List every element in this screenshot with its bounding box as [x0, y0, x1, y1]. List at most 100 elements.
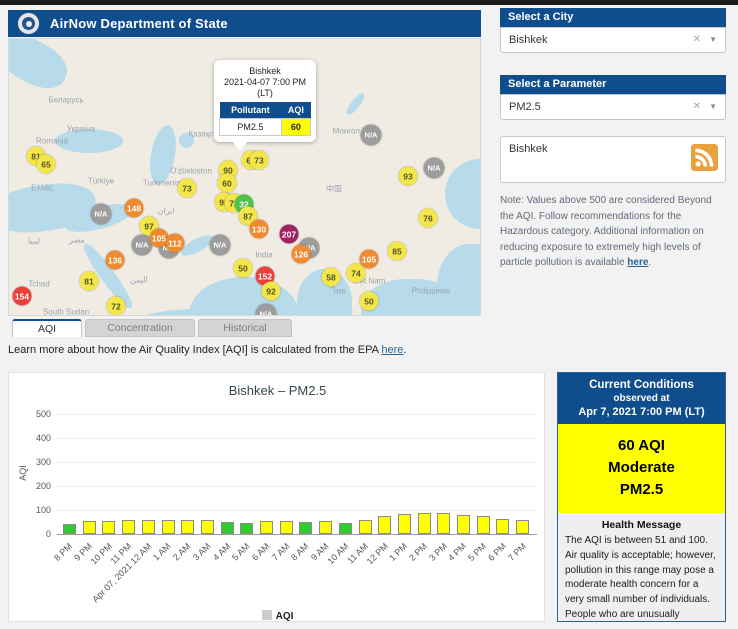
map-place-label: India [255, 250, 273, 260]
map[interactable]: Беларусь Україна Romania Ελλάς Türkiye Қазақс… [8, 38, 481, 316]
map-place-label: 中国 [326, 184, 342, 194]
popup-pointer [232, 141, 248, 151]
popup-col-pollutant: Pollutant [219, 102, 282, 119]
chart-bar [476, 516, 490, 534]
current-aqi-value: 60 AQI [618, 437, 665, 454]
chart-x-tick-label: 3 AM [190, 541, 213, 563]
aqi-marker[interactable]: 50 [359, 291, 379, 311]
app-title: AirNow Department of State [50, 16, 228, 31]
current-conditions-header: Current Conditions observed at Apr 7, 20… [558, 373, 725, 424]
chart-gridline [57, 414, 537, 415]
chart-bar [63, 524, 76, 534]
learn-more-prefix: Learn more about how the Air Quality Ind… [8, 344, 382, 356]
chart-bar [457, 515, 470, 534]
rss-feed-box: Bishkek [500, 136, 726, 183]
tab-aqi[interactable]: AQI [12, 319, 82, 337]
aqi-marker[interactable]: 81 [79, 271, 99, 291]
current-aqi-box: 60 AQI Moderate PM2.5 [558, 424, 725, 513]
map-place-label: South Sudan [42, 307, 90, 316]
map-place-label: Ελλάς [31, 183, 53, 193]
aqi-marker[interactable]: 73 [249, 150, 269, 170]
chart-gridline [57, 438, 537, 439]
aqi-marker-na[interactable]: N/A [360, 124, 382, 146]
chart-bar [279, 521, 293, 534]
popup-aqi-value: 60 [280, 118, 312, 136]
select-city-header: Select a City [500, 8, 726, 27]
aqi-marker[interactable]: 126 [291, 244, 311, 264]
chart-bar [82, 521, 96, 534]
chart-x-tick-label: 1 PM [387, 541, 410, 563]
chart-x-tick-label: 8 AM [289, 541, 311, 563]
aqi-marker-na[interactable]: N/A [90, 203, 112, 225]
aqi-chart-panel: Bishkek – PM2.5 AQI 0 100 200 300 400 500 8 PM… [8, 372, 545, 622]
tab-concentration[interactable]: Concentration [85, 319, 195, 337]
aqi-marker[interactable]: 130 [249, 219, 269, 239]
rss-city-label: Bishkek [509, 143, 548, 155]
aqi-marker[interactable]: 207 [279, 224, 299, 244]
water-lake-baikal [343, 90, 368, 118]
water-baltic [9, 39, 75, 98]
parameter-clear-icon[interactable]: ✕ [693, 95, 701, 119]
chart-y-tick: 300 [35, 457, 51, 467]
aqi-marker[interactable]: 72 [106, 296, 126, 315]
rss-icon[interactable] [691, 144, 718, 176]
chart-x-tick-label: 2 PM [407, 541, 430, 563]
aqi-marker[interactable]: 50 [233, 258, 253, 278]
chart-bar [319, 521, 333, 534]
city-select[interactable]: Bishkek ✕ ▼ [500, 27, 726, 53]
popup-pollutant-value: PM2.5 [219, 118, 282, 136]
aqi-marker[interactable]: 136 [105, 250, 125, 270]
chart-bar [260, 521, 273, 534]
current-aqi-pollutant: PM2.5 [619, 481, 664, 498]
note-link[interactable]: here [627, 257, 648, 268]
chart-x-tick-label: 3 PM [426, 541, 449, 563]
aqi-marker-na[interactable]: N/A [209, 234, 231, 256]
current-conditions-title: Current Conditions [589, 379, 694, 391]
map-place-label: Беларусь [48, 95, 84, 105]
tab-bar: AQI Concentration Historical [12, 319, 292, 337]
chart-bar [102, 521, 116, 534]
chart-x-tick-label: 7 PM [505, 541, 528, 563]
chart-bar [299, 522, 313, 534]
chart-x-tick-label: 10 AM [325, 541, 351, 567]
aqi-marker-na[interactable]: N/A [423, 157, 445, 179]
learn-more-link[interactable]: here [381, 344, 403, 356]
chart-bar [141, 520, 155, 534]
chart-bar [417, 513, 431, 534]
legend-swatch [261, 610, 272, 620]
aqi-marker[interactable]: 60 [217, 173, 237, 193]
chart-bar [200, 520, 214, 534]
aqi-marker[interactable]: 112 [165, 233, 185, 253]
chart-bar [397, 514, 411, 534]
aqi-marker[interactable]: 93 [398, 166, 418, 186]
parameter-select[interactable]: PM2.5 ✕ ▼ [500, 94, 726, 120]
sidebar: Select a City Bishkek ✕ ▼ Select a Param… [500, 8, 726, 271]
chart-x-tick-label: 5 PM [466, 541, 489, 563]
popup-col-aqi: AQI [281, 102, 311, 119]
aqi-marker[interactable]: 85 [387, 241, 407, 261]
aqi-marker[interactable]: 148 [124, 198, 144, 218]
current-conditions-datetime: Apr 7, 2021 7:00 PM (LT) [578, 406, 705, 418]
dept-of-state-seal-icon [17, 12, 40, 35]
aqi-marker[interactable]: 105 [359, 249, 379, 269]
aqi-marker[interactable]: 73 [177, 178, 197, 198]
city-chevron-down-icon[interactable]: ▼ [709, 28, 717, 52]
tab-historical[interactable]: Historical [198, 319, 292, 337]
water-pacific [437, 244, 480, 315]
chart-y-tick: 100 [35, 505, 51, 515]
aqi-marker[interactable]: 76 [418, 208, 438, 228]
chart-y-tick: 200 [35, 481, 51, 491]
health-message-text: The AQI is between 51 and 100. Air quali… [565, 535, 716, 620]
chart-bar [240, 523, 254, 534]
aqi-marker[interactable]: 65 [36, 154, 56, 174]
map-place-label: ไทย [332, 286, 346, 296]
chart-x-tick-label: 1 AM [151, 541, 174, 563]
aqi-marker[interactable]: 92 [261, 281, 281, 301]
city-clear-icon[interactable]: ✕ [693, 28, 701, 52]
chart-y-tick: 400 [35, 433, 51, 443]
note-suffix: . [648, 257, 652, 268]
chart-bar [358, 520, 372, 534]
parameter-chevron-down-icon[interactable]: ▼ [709, 95, 717, 119]
aqi-marker[interactable]: 154 [12, 286, 32, 306]
aqi-marker[interactable]: 58 [321, 267, 341, 287]
